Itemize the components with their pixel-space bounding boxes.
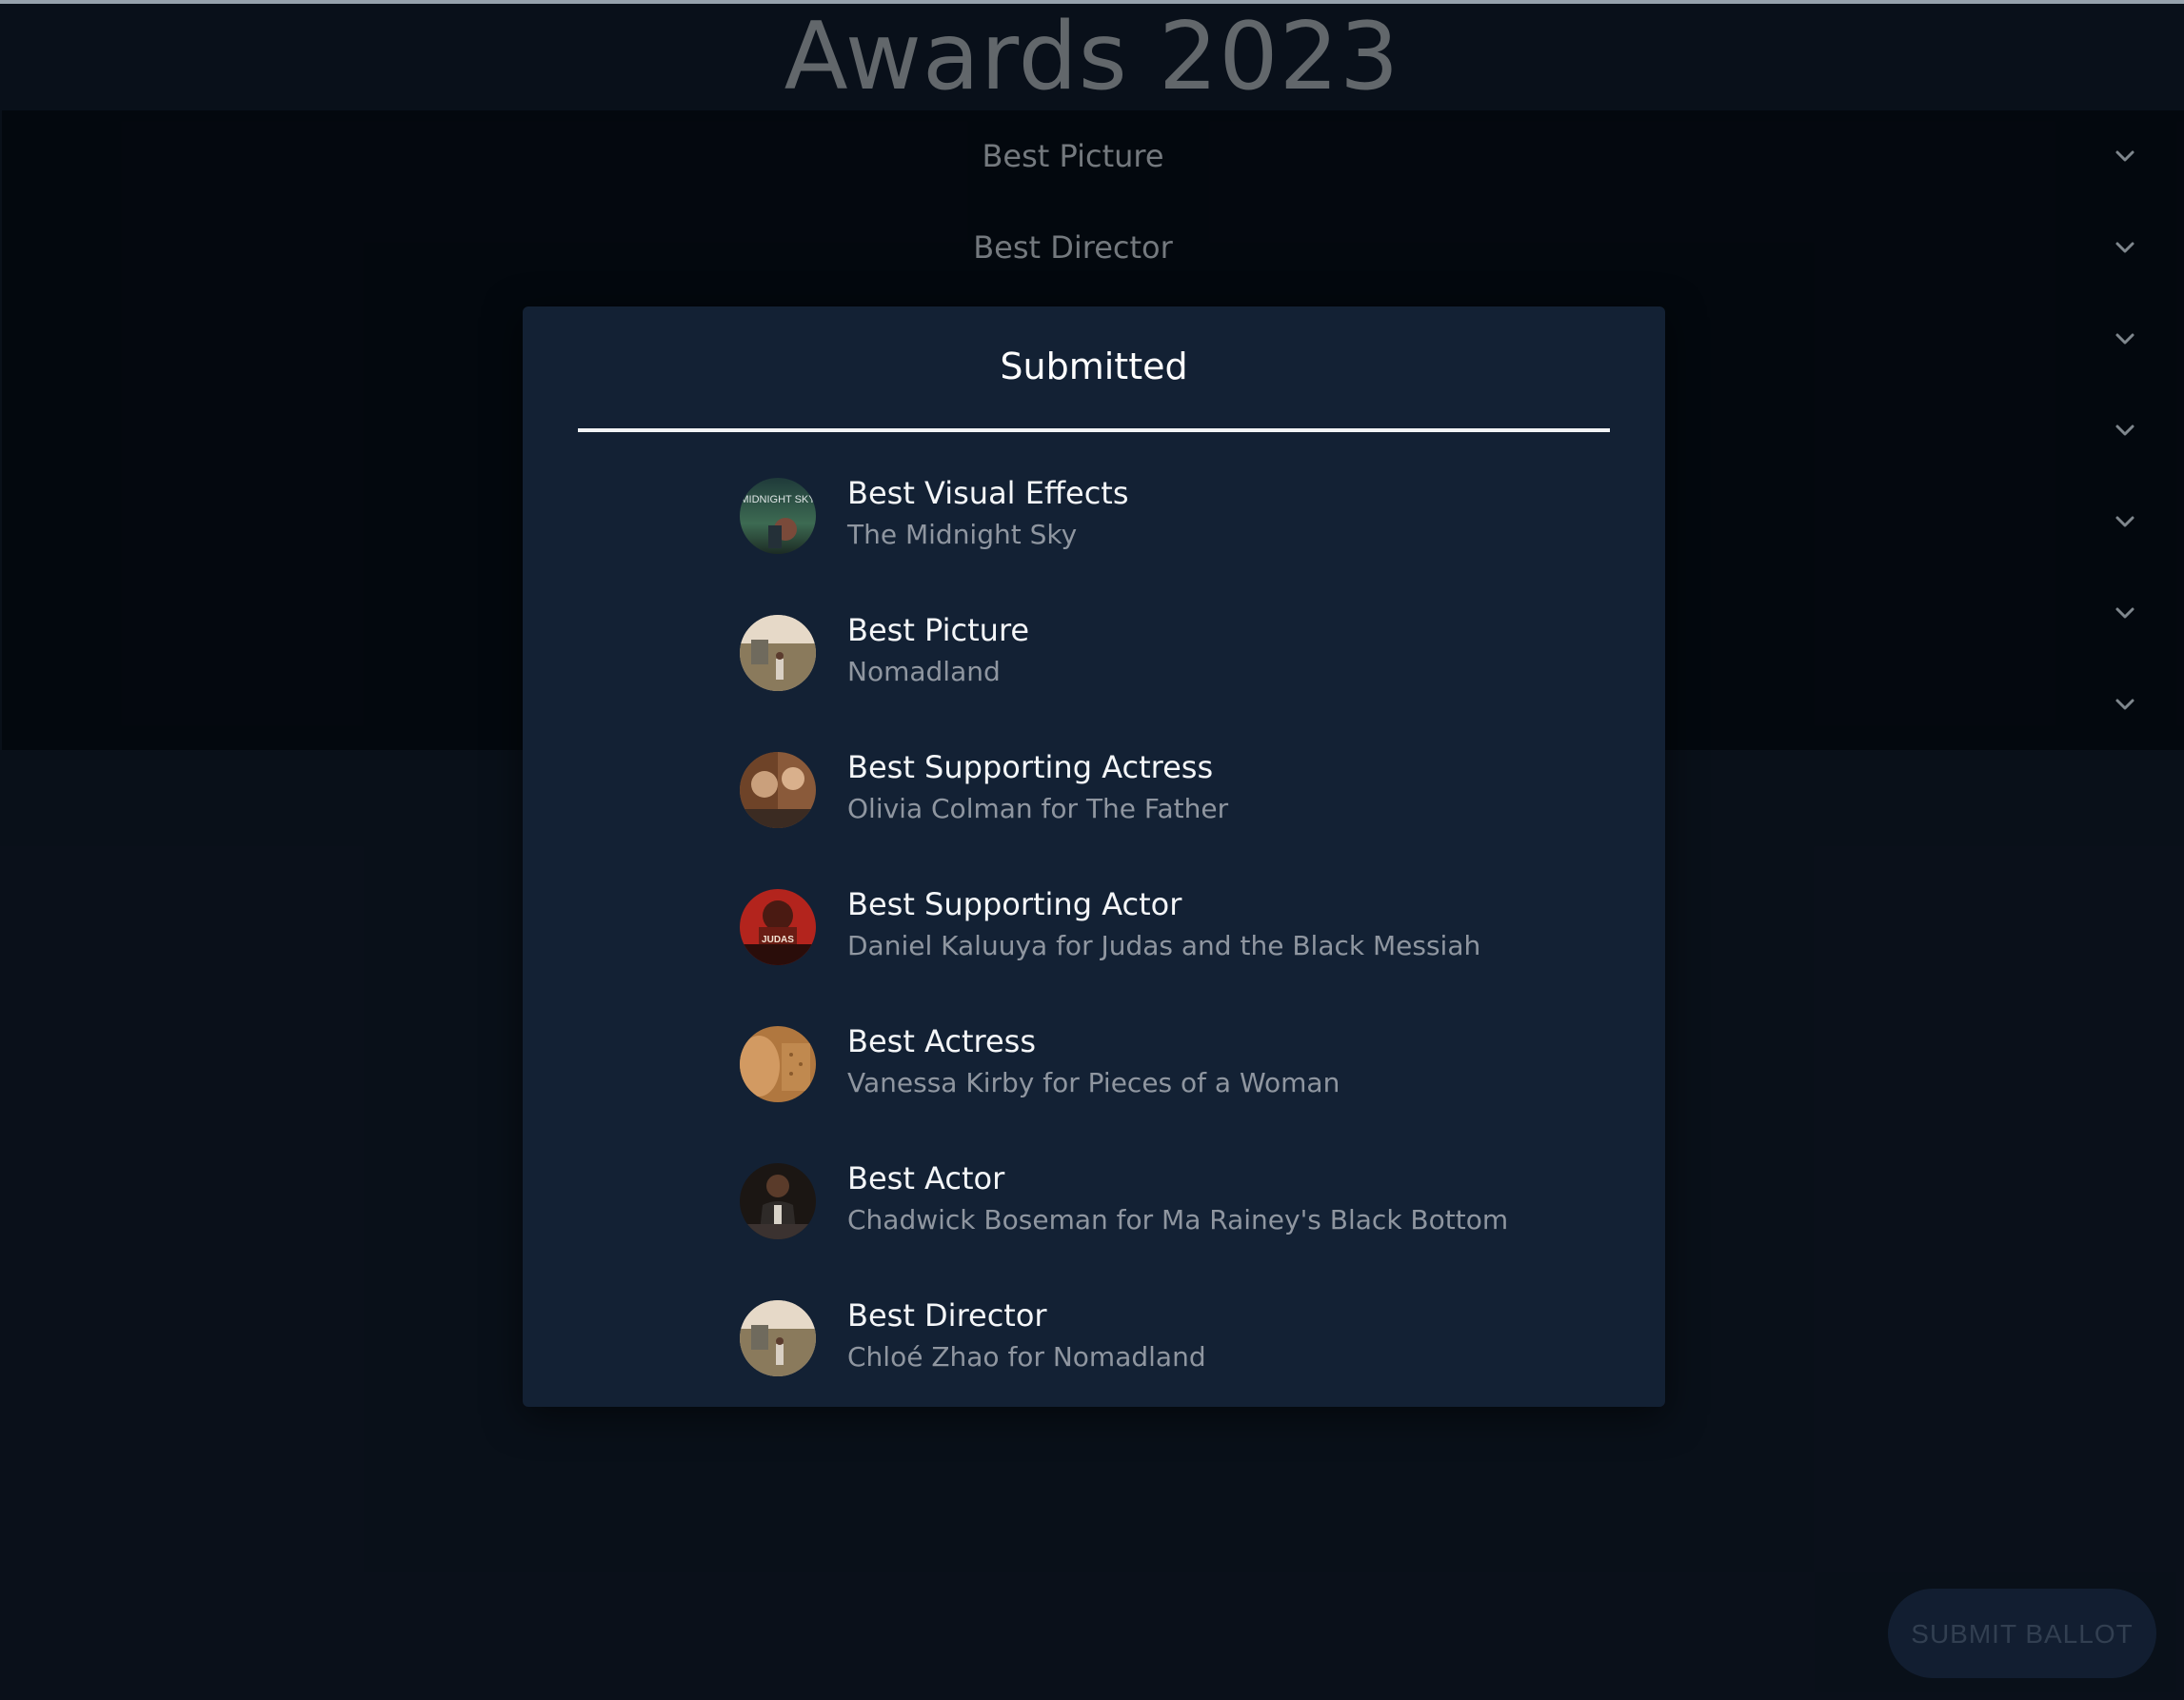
list-item: Best Actor Chadwick Boseman for Ma Raine… [523,1135,1665,1272]
item-pick: Olivia Colman for The Father [847,793,1229,824]
poster-title-text: JUDAS [762,935,794,945]
item-category: Best Supporting Actress [847,749,1214,785]
poster-nomadland [740,1300,816,1376]
movie-poster-avatar: JUDAS [740,889,816,965]
item-pick: Chadwick Boseman for Ma Rainey's Black B… [847,1204,1509,1235]
submitted-dialog: Submitted MIDNIGHT SKY Best Visual Effec… [523,306,1665,1407]
poster-the-father [740,752,816,828]
list-item: Best Director Chloé Zhao for Nomadland [523,1272,1665,1409]
movie-poster-avatar: MIDNIGHT SKY [740,478,816,554]
list-item: MIDNIGHT SKY Best Visual Effects The Mid… [523,449,1665,586]
item-pick: Nomadland [847,656,1001,687]
poster-midnight-sky: MIDNIGHT SKY [740,478,816,554]
item-pick: Chloé Zhao for Nomadland [847,1341,1206,1373]
app-page: Awards 2023 Best Picture Best Director S… [0,0,2184,1700]
movie-poster-avatar [740,1163,816,1239]
movie-poster-avatar [740,1300,816,1376]
item-pick: Daniel Kaluuya for Judas and the Black M… [847,930,1481,961]
dialog-title: Submitted [1000,346,1188,387]
list-item: JUDAS Best Supporting Actor Daniel Kaluu… [523,860,1665,998]
item-category: Best Supporting Actor [847,886,1182,922]
movie-poster-avatar [740,615,816,691]
item-pick: The Midnight Sky [847,519,1078,550]
item-category: Best Picture [847,612,1030,648]
item-category: Best Actress [847,1023,1036,1059]
item-category: Best Actor [847,1160,1005,1196]
list-item: Best Supporting Actress Olivia Colman fo… [523,723,1665,860]
poster-ma-raineys-black-bottom [740,1163,816,1239]
item-category: Best Director [847,1297,1047,1334]
poster-pieces-of-a-woman [740,1026,816,1102]
list-item: Best Actress Vanessa Kirby for Pieces of… [523,998,1665,1135]
movie-poster-avatar [740,1026,816,1102]
item-pick: Vanessa Kirby for Pieces of a Woman [847,1067,1340,1098]
poster-title-text: MIDNIGHT SKY [740,494,816,505]
movie-poster-avatar [740,752,816,828]
dialog-divider [578,428,1610,432]
poster-nomadland [740,615,816,691]
list-item: Best Picture Nomadland [523,586,1665,723]
poster-judas-black-messiah: JUDAS [740,889,816,965]
item-category: Best Visual Effects [847,475,1129,511]
